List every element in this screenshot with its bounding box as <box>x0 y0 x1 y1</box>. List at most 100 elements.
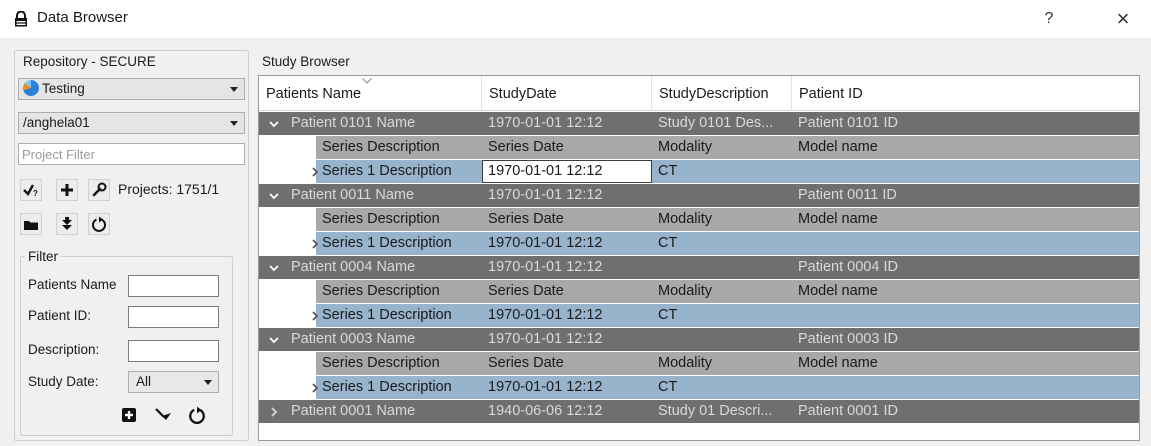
series-row[interactable]: Series 1 Description 1970-01-01 12:12 CT <box>312 232 1139 255</box>
broom-icon <box>155 408 171 420</box>
chevron-down-icon <box>269 192 279 199</box>
refresh-button[interactable] <box>88 213 110 235</box>
study-date-select[interactable]: All <box>128 371 219 393</box>
patient-id-cell: Patient 0004 ID <box>798 259 898 275</box>
study-date-cell: 1970-01-01 12:12 <box>488 115 603 131</box>
column-header-patient-id[interactable]: Patient ID <box>792 76 1139 111</box>
chevron-right-icon <box>312 382 319 393</box>
download-button[interactable] <box>56 213 78 235</box>
study-date-select-value: All <box>136 374 152 389</box>
series-row[interactable]: Series 1 Description 1970-01-01 12:12 CT <box>312 304 1139 327</box>
expand-toggle[interactable] <box>267 256 281 279</box>
repository-group-title: Repository - SECURE <box>20 54 159 69</box>
series-row[interactable]: Series 1 Description 1970-01-01 12:12 CT <box>312 160 1139 183</box>
add-filter-button[interactable] <box>118 404 140 426</box>
study-date-cell: 1940-06-06 12:12 <box>488 403 603 419</box>
series-description-cell: Series 1 Description <box>322 163 452 179</box>
study-description-cell <box>658 256 790 279</box>
open-folder-button[interactable] <box>20 213 42 235</box>
study-browser-title: Study Browser <box>262 54 350 69</box>
patient-name-cell: Patient 0101 Name <box>291 115 416 131</box>
series-description-header: Series Description <box>322 139 440 155</box>
chevron-right-icon <box>312 238 319 249</box>
series-header-row: Series Description Series Date Modality Mod… <box>316 136 1139 159</box>
collapse-toggle[interactable] <box>267 400 281 423</box>
description-input[interactable] <box>128 340 219 362</box>
expand-toggle[interactable] <box>267 328 281 351</box>
expand-toggle[interactable] <box>308 232 322 255</box>
patients-name-input[interactable] <box>128 275 219 297</box>
series-description-cell: Series 1 Description <box>322 235 452 251</box>
expand-toggle[interactable] <box>308 304 322 327</box>
expand-toggle[interactable] <box>308 376 322 399</box>
model-name-header: Model name <box>798 283 878 299</box>
modality-cell: CT <box>658 235 678 251</box>
plus-square-icon <box>122 408 136 422</box>
check-select-button[interactable]: ? <box>20 179 42 201</box>
refresh-icon <box>92 216 106 232</box>
patient-id-cell: Patient 0101 ID <box>798 115 898 131</box>
series-description-header: Series Description <box>322 211 440 227</box>
series-description-header: Series Description <box>322 283 440 299</box>
study-description-cell <box>658 184 790 207</box>
model-name-cell <box>798 232 1098 255</box>
series-description-cell: Series 1 Description <box>322 379 452 395</box>
wrench-icon <box>92 182 107 197</box>
add-button[interactable] <box>56 179 78 201</box>
model-name-cell <box>798 376 1098 399</box>
patient-name-cell: Patient 0001 Name <box>291 403 416 419</box>
patients-name-label: Patients Name <box>28 277 117 292</box>
expand-toggle[interactable] <box>267 184 281 207</box>
series-row[interactable]: Series 1 Description 1970-01-01 12:12 CT <box>312 376 1139 399</box>
help-button[interactable]: ? <box>1037 7 1061 31</box>
series-date-header: Series Date <box>488 139 564 155</box>
database-icon <box>23 80 39 96</box>
window-title: Data Browser <box>37 9 128 26</box>
project-filter-input[interactable] <box>18 143 245 165</box>
settings-button[interactable] <box>88 179 110 201</box>
series-date-cell: 1970-01-01 12:12 <box>488 235 603 251</box>
server-select[interactable]: Testing <box>18 78 245 100</box>
clear-filter-button[interactable] <box>152 404 174 426</box>
model-name-header: Model name <box>798 211 878 227</box>
study-date-cell: 1970-01-01 12:12 <box>488 187 603 203</box>
series-date-cell: 1970-01-01 12:12 <box>488 379 603 395</box>
reset-filter-button[interactable] <box>186 404 208 426</box>
expand-toggle[interactable] <box>308 160 322 183</box>
study-description-cell: Study 0101 Des... <box>658 115 774 131</box>
expand-toggle[interactable] <box>267 112 281 135</box>
study-description-cell: Study 01 Descri... <box>658 403 773 419</box>
server-select-value: Testing <box>42 81 85 96</box>
chevron-down-icon <box>204 380 212 385</box>
patient-id-cell: Patient 0003 ID <box>798 331 898 347</box>
modality-cell: CT <box>658 379 678 395</box>
chevron-down-icon <box>230 87 238 92</box>
column-header-study-description[interactable]: StudyDescription <box>652 76 792 111</box>
study-description-cell <box>658 328 790 351</box>
series-date-cell: 1970-01-01 12:12 <box>482 160 652 183</box>
series-date-cell: 1970-01-01 12:12 <box>488 307 603 323</box>
series-date-header: Series Date <box>488 211 564 227</box>
column-header-study-date[interactable]: StudyDate <box>482 76 652 111</box>
patient-id-cell: Patient 0001 ID <box>798 403 898 419</box>
model-name-header: Model name <box>798 139 878 155</box>
description-label: Description: <box>28 342 100 357</box>
patient-id-cell: Patient 0011 ID <box>798 187 897 203</box>
patient-name-cell: Patient 0003 Name <box>291 331 416 347</box>
user-select[interactable]: /anghela01 <box>18 112 245 134</box>
patient-row[interactable]: Patient 0011 Name 1970-01-01 12:12 Patient… <box>259 184 1139 207</box>
patient-row[interactable]: Patient 0101 Name 1970-01-01 12:12 Study 0… <box>259 112 1139 135</box>
patient-row[interactable]: Patient 0003 Name 1970-01-01 12:12 Patient… <box>259 328 1139 351</box>
modality-header: Modality <box>658 211 712 227</box>
chevron-right-icon <box>312 310 319 321</box>
chevron-down-icon <box>269 120 279 127</box>
svg-text:?: ? <box>33 189 38 197</box>
patient-id-input[interactable] <box>128 306 219 328</box>
patient-row[interactable]: Patient 0001 Name 1940-06-06 12:12 Study 0… <box>259 400 1139 423</box>
close-button[interactable]: × <box>1110 7 1136 33</box>
sort-indicator-icon <box>362 78 372 84</box>
series-description-header: Series Description <box>322 355 440 371</box>
patient-row[interactable]: Patient 0004 Name 1970-01-01 12:12 Patient… <box>259 256 1139 279</box>
double-chevron-down-icon <box>62 217 72 230</box>
modality-header: Modality <box>658 283 712 299</box>
